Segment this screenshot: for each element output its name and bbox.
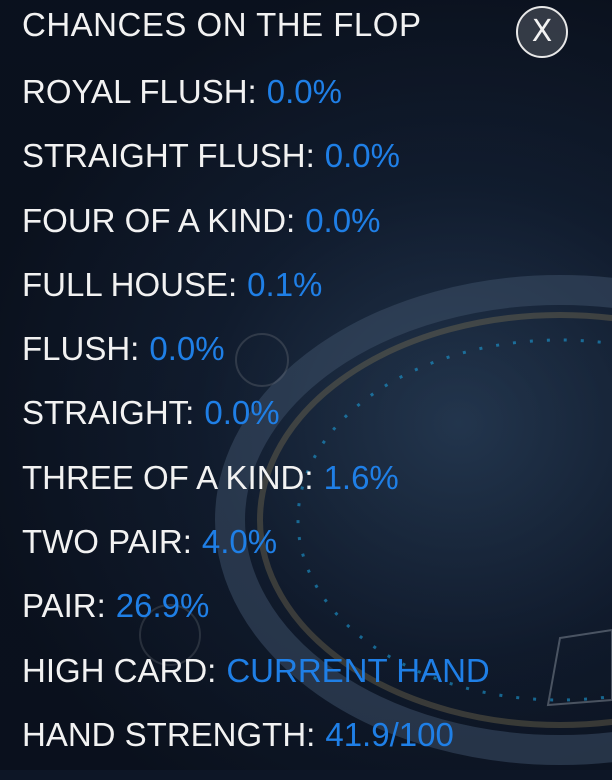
odds-value: 1.6% bbox=[323, 458, 399, 496]
odds-label: HAND STRENGTH: bbox=[22, 715, 316, 753]
odds-row-two-pair: TWO PAIR: 4.0% bbox=[22, 523, 490, 587]
odds-value: CURRENT HAND bbox=[226, 651, 490, 689]
odds-value: 0.0% bbox=[149, 330, 225, 368]
odds-row-royal-flush: ROYAL FLUSH: 0.0% bbox=[22, 73, 490, 137]
odds-value: 4.0% bbox=[201, 523, 278, 561]
odds-row-straight-flush: STRAIGHT FLUSH: 0.0% bbox=[22, 137, 490, 201]
odds-row-four-of-a-kind: FOUR OF A KIND: 0.0% bbox=[22, 202, 490, 266]
odds-label: STRAIGHT FLUSH: bbox=[22, 137, 315, 175]
odds-value: 0.0% bbox=[266, 73, 342, 110]
close-button[interactable]: X bbox=[516, 6, 568, 58]
odds-value: 0.1% bbox=[247, 265, 323, 303]
odds-value: 41.9/100 bbox=[325, 715, 454, 753]
odds-row-full-house: FULL HOUSE: 0.1% bbox=[22, 266, 490, 330]
odds-label: HIGH CARD: bbox=[22, 651, 217, 689]
odds-value: 26.9% bbox=[115, 587, 210, 625]
odds-label: THREE OF A KIND: bbox=[22, 458, 314, 496]
odds-label: FULL HOUSE: bbox=[22, 265, 238, 303]
flop-chances-panel: CHANCES ON THE FLOP X ROYAL FLUSH: 0.0% … bbox=[0, 0, 612, 770]
odds-label: TWO PAIR: bbox=[22, 523, 192, 561]
odds-row-three-of-a-kind: THREE OF A KIND: 1.6% bbox=[22, 459, 490, 523]
odds-row-straight: STRAIGHT: 0.0% bbox=[22, 394, 490, 458]
odds-label: ROYAL FLUSH: bbox=[22, 73, 257, 110]
odds-row-hand-strength: HAND STRENGTH: 41.9/100 bbox=[22, 716, 490, 780]
odds-label: FLUSH: bbox=[22, 330, 140, 368]
odds-label: STRAIGHT: bbox=[22, 394, 195, 432]
close-icon: X bbox=[531, 14, 553, 49]
odds-row-flush: FLUSH: 0.0% bbox=[22, 330, 490, 394]
odds-value: 0.0% bbox=[324, 137, 400, 175]
odds-label: PAIR: bbox=[22, 587, 106, 625]
panel-title: CHANCES ON THE FLOP bbox=[22, 6, 422, 43]
odds-value: 0.0% bbox=[204, 394, 280, 432]
odds-list: ROYAL FLUSH: 0.0% STRAIGHT FLUSH: 0.0% F… bbox=[22, 73, 490, 780]
odds-row-pair: PAIR: 26.9% bbox=[22, 587, 490, 651]
odds-label: FOUR OF A KIND: bbox=[22, 201, 296, 239]
odds-row-high-card: HIGH CARD: CURRENT HAND bbox=[22, 652, 490, 716]
odds-value: 0.0% bbox=[305, 201, 381, 239]
